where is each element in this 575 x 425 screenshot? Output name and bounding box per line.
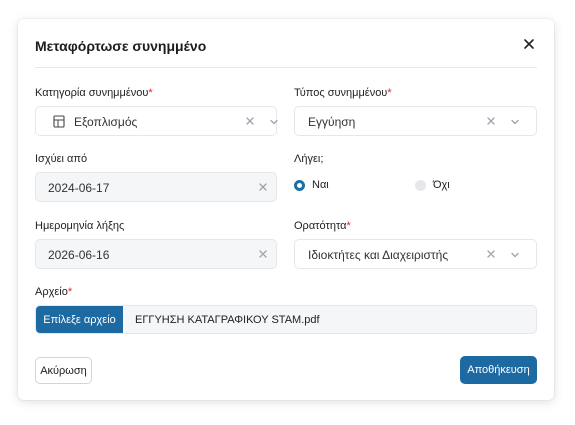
expiry-date-field[interactable]: 2026-06-16 (35, 239, 277, 269)
expiry-date-label: Ημερομηνία λήξης (35, 220, 125, 232)
choose-file-button[interactable]: Επίλεξε αρχείο (36, 306, 123, 333)
visibility-value: Ιδιοκτήτες και Διαχειριστής (308, 248, 449, 262)
category-label: Κατηγορία συνημμένου* (35, 87, 153, 99)
category-select[interactable]: Εξοπλισμός (35, 106, 279, 136)
type-select[interactable]: Εγγύηση (294, 106, 537, 136)
expires-no-label: Όχι (433, 179, 450, 191)
file-input[interactable]: Επίλεξε αρχείο ΕΓΓΥΗΣΗ ΚΑΤΑΓΡΑΦΙΚΟΥ STAM… (35, 305, 537, 334)
save-button[interactable]: Αποθήκευση (460, 356, 537, 384)
type-value: Εγγύηση (308, 115, 356, 129)
valid-from-field[interactable]: 2024-06-17 (35, 172, 277, 202)
expires-no-radio[interactable] (415, 180, 426, 191)
file-name: ΕΓΓΥΗΣΗ ΚΑΤΑΓΡΑΦΙΚΟΥ STAM.pdf (135, 314, 320, 326)
cancel-button[interactable]: Ακύρωση (35, 357, 92, 384)
clear-icon[interactable] (486, 249, 496, 259)
upload-attachment-dialog: Μεταφόρτωσε συνημμένο Κατηγορία συνημμέν… (18, 19, 554, 400)
chevron-down-icon[interactable] (269, 117, 279, 127)
visibility-select[interactable]: Ιδιοκτήτες και Διαχειριστής (294, 239, 537, 269)
file-label: Αρχείο* (35, 286, 73, 298)
expires-label: Λήγει; (294, 153, 324, 165)
clear-icon[interactable] (258, 249, 268, 259)
chevron-down-icon[interactable] (510, 117, 520, 127)
clear-icon[interactable] (486, 116, 496, 126)
valid-from-value: 2024-06-17 (48, 181, 110, 195)
category-value: Εξοπλισμός (74, 115, 138, 129)
visibility-label: Ορατότητα* (294, 220, 351, 232)
valid-from-label: Ισχύει από (35, 153, 88, 165)
expires-yes-label: Ναι (312, 179, 329, 191)
close-icon[interactable] (521, 36, 537, 52)
dialog-header: Μεταφόρτωσε συνημμένο (35, 19, 537, 68)
expires-yes-radio[interactable] (294, 180, 305, 191)
building-icon (53, 115, 65, 128)
dialog-title: Μεταφόρτωσε συνημμένο (35, 38, 207, 54)
chevron-down-icon[interactable] (510, 250, 520, 260)
clear-icon[interactable] (258, 182, 268, 192)
type-label: Τύπος συνημμένου* (294, 87, 392, 99)
clear-icon[interactable] (245, 116, 255, 126)
expiry-date-value: 2026-06-16 (48, 248, 110, 262)
